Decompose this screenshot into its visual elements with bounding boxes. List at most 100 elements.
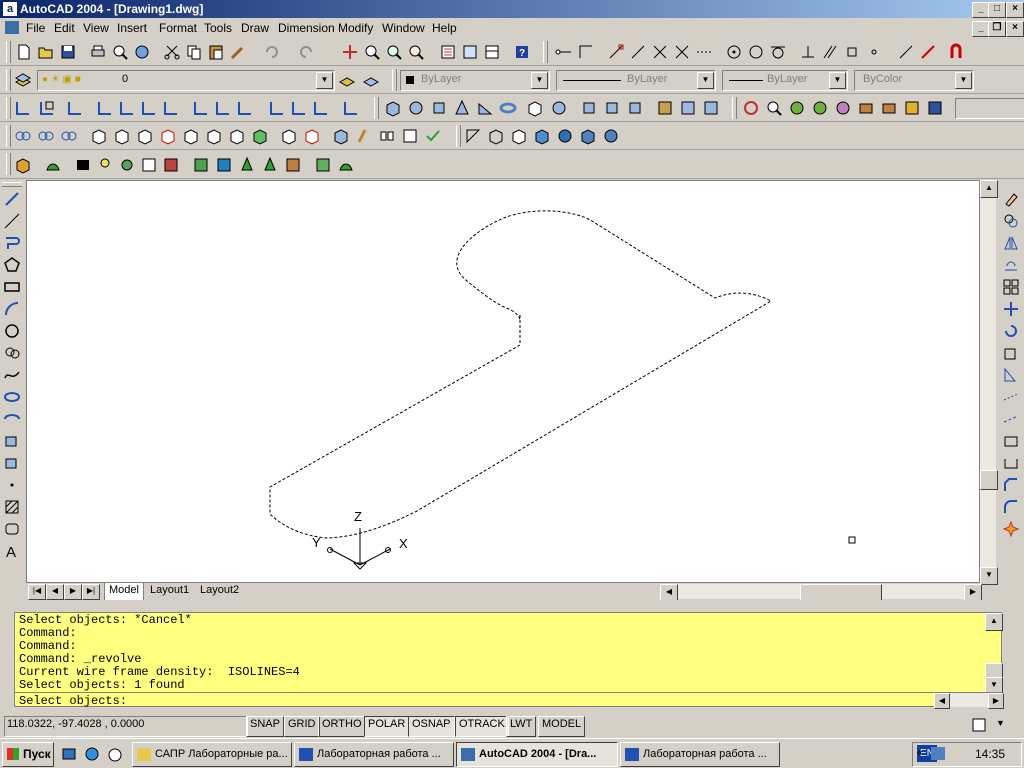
break-icon[interactable] bbox=[1002, 454, 1020, 472]
command-hscrollbar[interactable]: ◀ ▶ bbox=[934, 693, 1004, 709]
scroll-right-button[interactable]: ▶ bbox=[964, 584, 982, 601]
task-button-word-1[interactable]: Лабораторная работа ... bbox=[294, 742, 454, 767]
snap-nearest-icon[interactable] bbox=[897, 43, 915, 61]
scroll-left-button[interactable]: ◀ bbox=[660, 584, 678, 601]
communication-center-icon[interactable] bbox=[970, 716, 988, 734]
3d-wireframe-icon[interactable] bbox=[487, 127, 505, 145]
close-button[interactable]: × bbox=[1006, 2, 1024, 18]
menu-draw[interactable]: Draw bbox=[241, 21, 269, 35]
new-icon[interactable] bbox=[15, 43, 33, 61]
plot-preview-icon[interactable] bbox=[111, 43, 129, 61]
menu-window[interactable]: Window bbox=[382, 21, 425, 35]
toolbar-grip[interactable] bbox=[2, 182, 22, 187]
slice-icon[interactable] bbox=[580, 99, 598, 117]
menu-modify[interactable]: Modify bbox=[338, 21, 373, 35]
quick-launch-app-icon[interactable] bbox=[106, 745, 124, 763]
revolve-profile-polyline[interactable] bbox=[269, 210, 773, 539]
snap-from-icon[interactable] bbox=[577, 43, 595, 61]
mirror-icon[interactable] bbox=[1002, 234, 1020, 252]
hidden-icon[interactable] bbox=[510, 127, 528, 145]
3d-zoom-icon[interactable] bbox=[765, 99, 783, 117]
separate-icon[interactable] bbox=[378, 127, 396, 145]
copy-icon[interactable] bbox=[185, 43, 203, 61]
task-button-word-2[interactable]: Лабораторная работа ... bbox=[620, 742, 780, 767]
offset-icon[interactable] bbox=[1002, 256, 1020, 274]
clean-icon[interactable] bbox=[355, 127, 373, 145]
offset-faces-icon[interactable] bbox=[136, 127, 154, 145]
mapping-icon[interactable] bbox=[162, 156, 180, 174]
layer-manager-icon[interactable] bbox=[14, 71, 32, 89]
doc-restore-button[interactable]: ❐ bbox=[988, 21, 1006, 37]
next-tab-button[interactable]: ▶ bbox=[64, 584, 82, 600]
color-dropdown[interactable]: ByLayer ▼ bbox=[400, 70, 550, 91]
network-icon[interactable] bbox=[931, 747, 945, 760]
rotate-icon[interactable] bbox=[1002, 322, 1020, 340]
multiline-text-icon[interactable]: A bbox=[3, 542, 21, 561]
hatch-icon[interactable] bbox=[3, 498, 21, 516]
toolbar-grip[interactable] bbox=[374, 97, 379, 119]
fillet-icon[interactable] bbox=[1002, 498, 1020, 516]
start-button[interactable]: Пуск bbox=[2, 742, 54, 767]
snap-endpoint-icon[interactable] bbox=[607, 43, 625, 61]
ucs-origin-icon[interactable] bbox=[192, 99, 210, 117]
copy-faces-icon[interactable] bbox=[228, 127, 246, 145]
ucs-object-icon[interactable] bbox=[118, 99, 136, 117]
zoom-realtime-icon[interactable] bbox=[363, 43, 381, 61]
3d-front-clip-icon[interactable] bbox=[880, 99, 898, 117]
materials-icon[interactable] bbox=[118, 156, 136, 174]
taper-faces-icon[interactable] bbox=[205, 127, 223, 145]
vertical-scrollbar[interactable]: ▲ ▼ bbox=[980, 180, 998, 585]
toolbar-grip[interactable] bbox=[6, 97, 11, 119]
3d-adjust-view-icon[interactable] bbox=[926, 99, 944, 117]
sphere-icon[interactable] bbox=[407, 99, 425, 117]
spline-icon[interactable] bbox=[3, 366, 21, 384]
flat-shaded-icon[interactable] bbox=[533, 127, 551, 145]
ucs-x-icon[interactable] bbox=[268, 99, 286, 117]
previous-tab-button[interactable]: ◀ bbox=[46, 584, 64, 600]
scroll-down-button[interactable]: ▼ bbox=[980, 567, 998, 585]
gouraud-edges-icon[interactable] bbox=[602, 127, 620, 145]
box-icon[interactable] bbox=[384, 99, 402, 117]
subtract-icon[interactable] bbox=[37, 127, 55, 145]
polar-toggle[interactable]: POLAR bbox=[364, 716, 410, 737]
revision-cloud-icon[interactable] bbox=[3, 344, 21, 362]
first-tab-button[interactable]: |◀ bbox=[28, 584, 46, 600]
open-icon[interactable] bbox=[37, 43, 55, 61]
snap-quadrant-icon[interactable] bbox=[747, 43, 765, 61]
extend-icon[interactable] bbox=[1002, 410, 1020, 428]
menu-format[interactable]: Format bbox=[159, 21, 197, 35]
color-edges-icon[interactable] bbox=[303, 127, 321, 145]
check-icon[interactable] bbox=[424, 127, 442, 145]
command-prompt[interactable]: Select objects: bbox=[19, 694, 127, 708]
chevron-down-icon[interactable]: ▼ bbox=[955, 72, 972, 89]
command-scroll-right-button[interactable]: ▶ bbox=[988, 693, 1004, 709]
snap-center-icon[interactable] bbox=[725, 43, 743, 61]
toolbar-grip[interactable] bbox=[6, 41, 11, 63]
ucs-z-icon[interactable] bbox=[312, 99, 330, 117]
circle-icon[interactable] bbox=[3, 322, 21, 340]
revolve-icon[interactable] bbox=[550, 99, 568, 117]
tool-palettes-icon[interactable] bbox=[483, 43, 501, 61]
render-preferences-icon[interactable] bbox=[314, 156, 332, 174]
vertical-scroll-thumb[interactable] bbox=[980, 470, 998, 490]
toolbar-search-field[interactable] bbox=[955, 98, 1024, 119]
line-icon[interactable] bbox=[3, 190, 21, 208]
scroll-up-button[interactable]: ▲ bbox=[980, 180, 998, 198]
3d-distance-icon[interactable] bbox=[834, 99, 852, 117]
insert-block-icon[interactable] bbox=[3, 432, 21, 450]
tab-layout1[interactable]: Layout1 bbox=[146, 583, 193, 601]
ucs-view-icon[interactable] bbox=[162, 99, 180, 117]
intersect-icon[interactable] bbox=[60, 127, 78, 145]
task-button-autocad[interactable]: AutoCAD 2004 - [Dra... bbox=[456, 742, 618, 767]
3d-orbit-icon[interactable] bbox=[742, 99, 760, 117]
menu-edit[interactable]: Edit bbox=[54, 21, 75, 35]
publish-icon[interactable] bbox=[133, 43, 151, 61]
paste-icon[interactable] bbox=[207, 43, 225, 61]
chamfer-icon[interactable] bbox=[1002, 476, 1020, 494]
background-icon[interactable] bbox=[192, 156, 210, 174]
statistics-icon[interactable] bbox=[337, 156, 355, 174]
command-scroll-left-button[interactable]: ◀ bbox=[934, 693, 950, 709]
lwt-toggle[interactable]: LWT bbox=[506, 716, 537, 737]
polygon-icon[interactable] bbox=[3, 256, 21, 274]
apply-ucs-icon[interactable] bbox=[342, 99, 360, 117]
